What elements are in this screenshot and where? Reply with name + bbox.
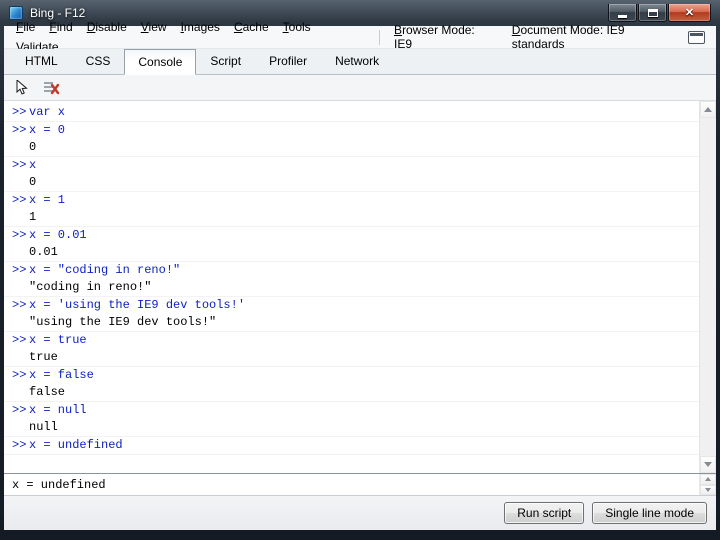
console-area: >> var x >> x = 0 0 >> x 0 >> x = 1 1 >> x = 0.01 0.0… [4,101,716,473]
tab-console[interactable]: Console [124,49,197,75]
console-entry: >> x = 11 [4,192,699,227]
scroll-up-button[interactable] [700,101,716,118]
console-command-row: >> x = "coding in reno!" [4,262,699,279]
console-prompt: >> [12,368,27,382]
console-command-row: >> x [4,157,699,174]
menu-item-tools[interactable]: Tools [276,17,318,37]
clear-console-icon[interactable] [43,79,61,97]
console-prompt: >> [12,263,27,277]
menu-item-view[interactable]: View [134,17,174,37]
console-entry: >> x = 00 [4,122,699,157]
console-prompt: >> [12,298,27,312]
console-result: "using the IE9 dev tools!" [29,315,217,329]
menu-item-find[interactable]: Find [42,17,79,37]
scroll-up-icon [704,107,712,112]
console-entry: >> var x [4,104,699,122]
console-command: x = "coding in reno!" [29,263,181,277]
console-entry: >> x 0 [4,157,699,192]
console-toolbar [4,75,716,101]
console-result: 0 [29,140,37,154]
console-command: var x [29,105,66,119]
console-command: x [29,158,37,172]
console-entry: >> x = null null [4,402,699,437]
console-command: x = 1 [29,193,66,207]
console-input[interactable] [4,474,699,495]
minimize-icon [618,14,627,18]
input-scroll-down-icon [705,487,711,492]
input-scroll-down-button[interactable] [700,484,716,495]
console-entry: >> x = 0.01 0.01 [4,227,699,262]
console-entry: >> x = "coding in reno!" "coding in reno!" [4,262,699,297]
menu-divider [379,29,381,45]
menu-item-disable[interactable]: Disable [80,17,134,37]
console-command: x = null [29,403,87,417]
console-command-row: >> x = 0.01 [4,227,699,244]
console-command: x = false [29,368,94,382]
console-entry: >> x = undefined [4,437,699,455]
console-result: null [29,420,58,434]
console-command-row: >> x = 1 [4,192,699,209]
console-result: true [29,350,58,364]
console-footer: Run script Single line mode [4,495,716,530]
console-command: x = true [29,333,87,347]
console-command-row: >> x = true [4,332,699,349]
tab-profiler[interactable]: Profiler [255,48,321,74]
console-command: x = 'using the IE9 dev tools!' [29,298,246,312]
select-element-icon[interactable] [13,79,31,97]
maximize-icon [647,8,658,17]
console-prompt: >> [12,105,27,119]
input-scroll-up-icon [705,477,711,482]
console-result: 0.01 [29,245,58,259]
console-prompt: >> [12,158,27,172]
console-prompt: >> [12,403,27,417]
console-command-row: >> x = undefined [4,437,699,454]
menu-bar: File Find Disable View Images Cache ToolsValid… [4,20,716,54]
tab-script[interactable]: Script [196,48,255,74]
console-result: false [29,385,66,399]
console-prompt: >> [12,333,27,347]
console-output: >> var x >> x = 0 0 >> x 0 >> x = 1 1 >> x = 0.01 0.0… [4,101,699,473]
console-input-row [4,473,716,495]
input-history-spinner [699,474,716,495]
menu-item-cache[interactable]: Cache [227,17,276,37]
input-scroll-up-button[interactable] [700,474,716,485]
console-result: 1 [29,210,37,224]
scroll-down-icon [704,462,712,467]
console-prompt: >> [12,123,27,137]
console-result: "coding in reno!" [29,280,152,294]
unpin-window-icon[interactable] [688,30,705,44]
console-command: x = undefined [29,438,123,452]
console-command-row: >> x = 'using the IE9 dev tools!' [4,297,699,314]
console-command: x = 0 [29,123,66,137]
scroll-down-button[interactable] [700,456,716,473]
console-scrollbar[interactable] [699,101,716,473]
f12-tools-window: File Find Disable View Images Cache ToolsValid… [4,20,716,530]
menu-item-file[interactable]: File [9,17,42,37]
menu-item-images[interactable]: Images [174,17,227,37]
console-result: 0 [29,175,37,189]
console-entry: >> x = false false [4,367,699,402]
tab-bar-items: HTML CSS Console Script Profiler Network [4,49,716,75]
console-command-row: >> x = null [4,402,699,419]
run-script-button[interactable]: Run script [504,502,585,524]
tab-html[interactable]: HTML [11,48,72,74]
console-command-row: >> var x [4,104,699,121]
console-command-row: >> x = false [4,367,699,384]
console-entry: >> x = true true [4,332,699,367]
tab-css[interactable]: CSS [72,48,125,74]
console-command-row: >> x = 0 [4,122,699,139]
single-line-mode-button[interactable]: Single line mode [592,502,707,524]
tab-network[interactable]: Network [321,48,393,74]
console-prompt: >> [12,193,27,207]
console-prompt: >> [12,438,27,452]
console-command: x = 0.01 [29,228,87,242]
console-prompt: >> [12,228,27,242]
console-entry: >> x = 'using the IE9 dev tools!' "using t… [4,297,699,332]
